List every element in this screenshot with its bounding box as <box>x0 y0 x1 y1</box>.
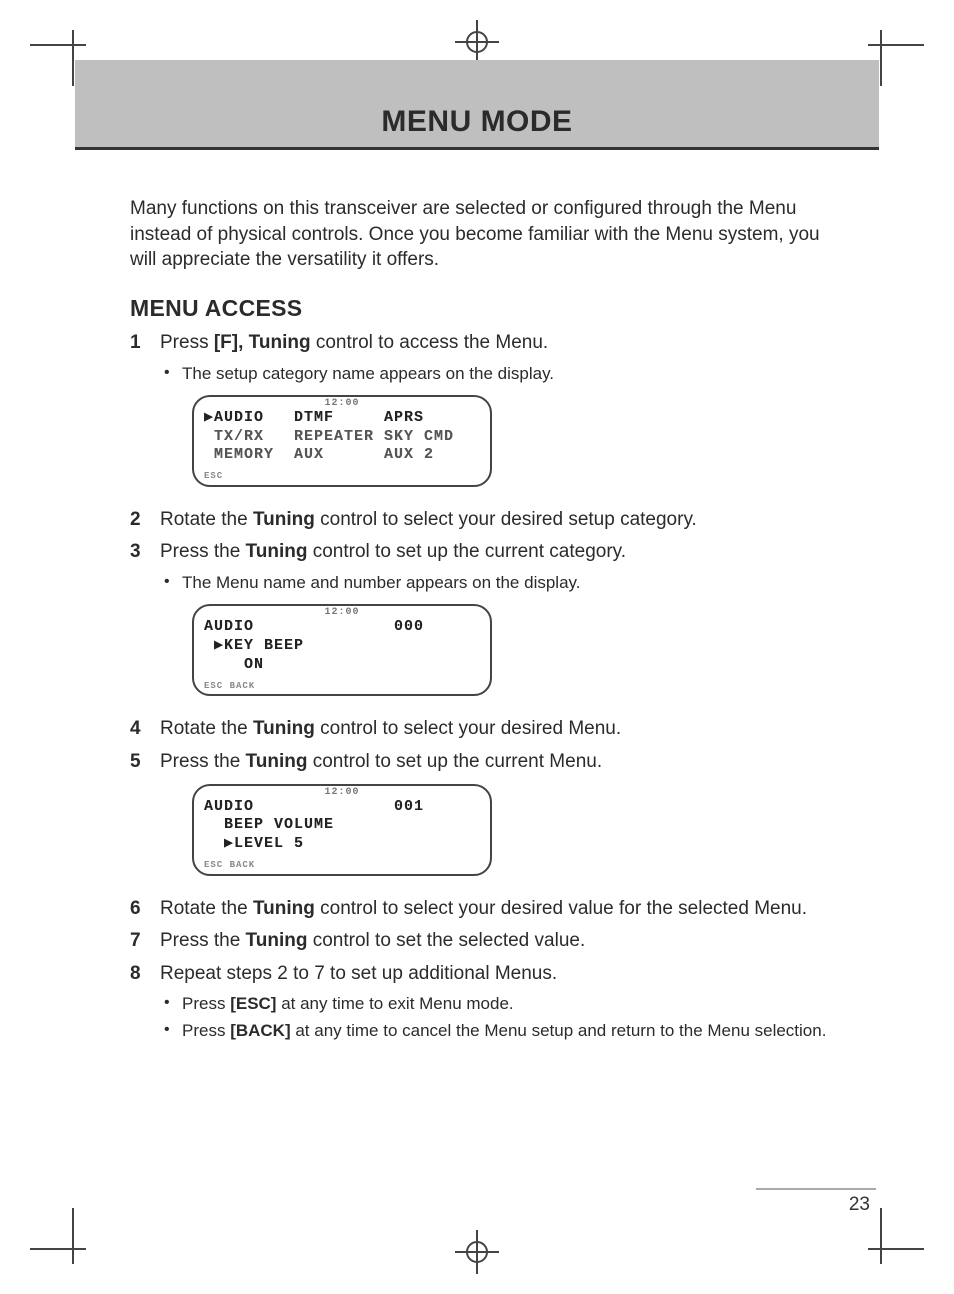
page-number-wrap: 23 <box>756 1188 876 1216</box>
lcd-screenshot-2: 12:00 AUDIO 000 ▶KEY BEEP ON ESC BACK <box>192 604 492 696</box>
crop-mark <box>880 1208 882 1264</box>
step-number: 1 <box>130 330 160 501</box>
sub-item: The setup category name appears on the d… <box>160 361 830 387</box>
step-text: Press the Tuning control to set up the c… <box>160 751 602 772</box>
step-5: 5 Press the Tuning control to set up the… <box>130 749 830 890</box>
lcd-screenshot-3: 12:00 AUDIO 001 BEEP VOLUME ▶LEVEL 5 ESC… <box>192 784 492 876</box>
step-text: Press [F], Tuning control to access the … <box>160 332 548 353</box>
lcd-footer: ESC BACK <box>204 680 255 693</box>
step-number: 8 <box>130 961 160 1044</box>
page-title: MENU MODE <box>75 105 879 139</box>
step-number: 5 <box>130 749 160 890</box>
step-number: 3 <box>130 539 160 710</box>
sub-item: Press [BACK] at any time to cancel the M… <box>160 1018 830 1044</box>
sub-bullets: The setup category name appears on the d… <box>160 361 830 387</box>
crop-mark <box>72 30 74 86</box>
sub-item: The Menu name and number appears on the … <box>160 570 830 596</box>
section-heading: MENU ACCESS <box>130 295 830 322</box>
step-number: 2 <box>130 507 160 534</box>
step-1: 1 Press [F], Tuning control to access th… <box>130 330 830 501</box>
steps-list: 1 Press [F], Tuning control to access th… <box>130 330 830 1044</box>
lcd-row: TX/RX REPEATER SKY CMD <box>204 428 480 447</box>
lcd-row: MEMORY AUX AUX 2 <box>204 446 480 465</box>
sub-bullets: Press [ESC] at any time to exit Menu mod… <box>160 991 830 1044</box>
registration-mark <box>455 20 499 64</box>
step-8: 8 Repeat steps 2 to 7 to set up addition… <box>130 961 830 1044</box>
step-2: 2 Rotate the Tuning control to select yo… <box>130 507 830 534</box>
crop-mark <box>30 44 86 46</box>
step-7: 7 Press the Tuning control to set the se… <box>130 928 830 955</box>
lcd-row: ▶AUDIO DTMF APRS <box>204 409 480 428</box>
step-6: 6 Rotate the Tuning control to select yo… <box>130 896 830 923</box>
lcd-time: 12:00 <box>204 608 480 618</box>
step-number: 7 <box>130 928 160 955</box>
step-3: 3 Press the Tuning control to set up the… <box>130 539 830 710</box>
lcd-row: AUDIO 000 <box>204 618 480 637</box>
crop-mark <box>868 1248 924 1250</box>
step-text: Repeat steps 2 to 7 to set up additional… <box>160 963 557 984</box>
sub-bullets: The Menu name and number appears on the … <box>160 570 830 596</box>
lcd-row: BEEP VOLUME <box>204 816 480 835</box>
lcd-screenshot-1: 12:00 ▶AUDIO DTMF APRS TX/RX REPEATER SK… <box>192 395 492 487</box>
crop-mark <box>72 1208 74 1264</box>
lcd-row: ▶LEVEL 5 <box>204 835 480 854</box>
lcd-footer: ESC BACK <box>204 859 255 872</box>
step-text: Press the Tuning control to set up the c… <box>160 541 626 562</box>
registration-mark <box>455 1230 499 1274</box>
lcd-row: ▶KEY BEEP <box>204 637 480 656</box>
sub-item: Press [ESC] at any time to exit Menu mod… <box>160 991 830 1017</box>
crop-mark <box>880 30 882 86</box>
step-text: Rotate the Tuning control to select your… <box>160 898 807 919</box>
lcd-row: AUDIO 001 <box>204 798 480 817</box>
lcd-time: 12:00 <box>204 788 480 798</box>
step-text: Press the Tuning control to set the sele… <box>160 930 585 951</box>
intro-paragraph: Many functions on this transceiver are s… <box>130 196 830 273</box>
crop-mark <box>868 44 924 46</box>
header-band: MENU MODE <box>75 60 879 150</box>
step-text: Rotate the Tuning control to select your… <box>160 509 697 530</box>
lcd-row: ON <box>204 656 480 675</box>
content-area: Many functions on this transceiver are s… <box>130 196 830 1050</box>
step-number: 4 <box>130 716 160 743</box>
step-text: Rotate the Tuning control to select your… <box>160 718 621 739</box>
step-number: 6 <box>130 896 160 923</box>
step-4: 4 Rotate the Tuning control to select yo… <box>130 716 830 743</box>
page-number: 23 <box>849 1194 876 1215</box>
crop-mark <box>30 1248 86 1250</box>
lcd-time: 12:00 <box>204 399 480 409</box>
lcd-footer: ESC <box>204 470 223 483</box>
